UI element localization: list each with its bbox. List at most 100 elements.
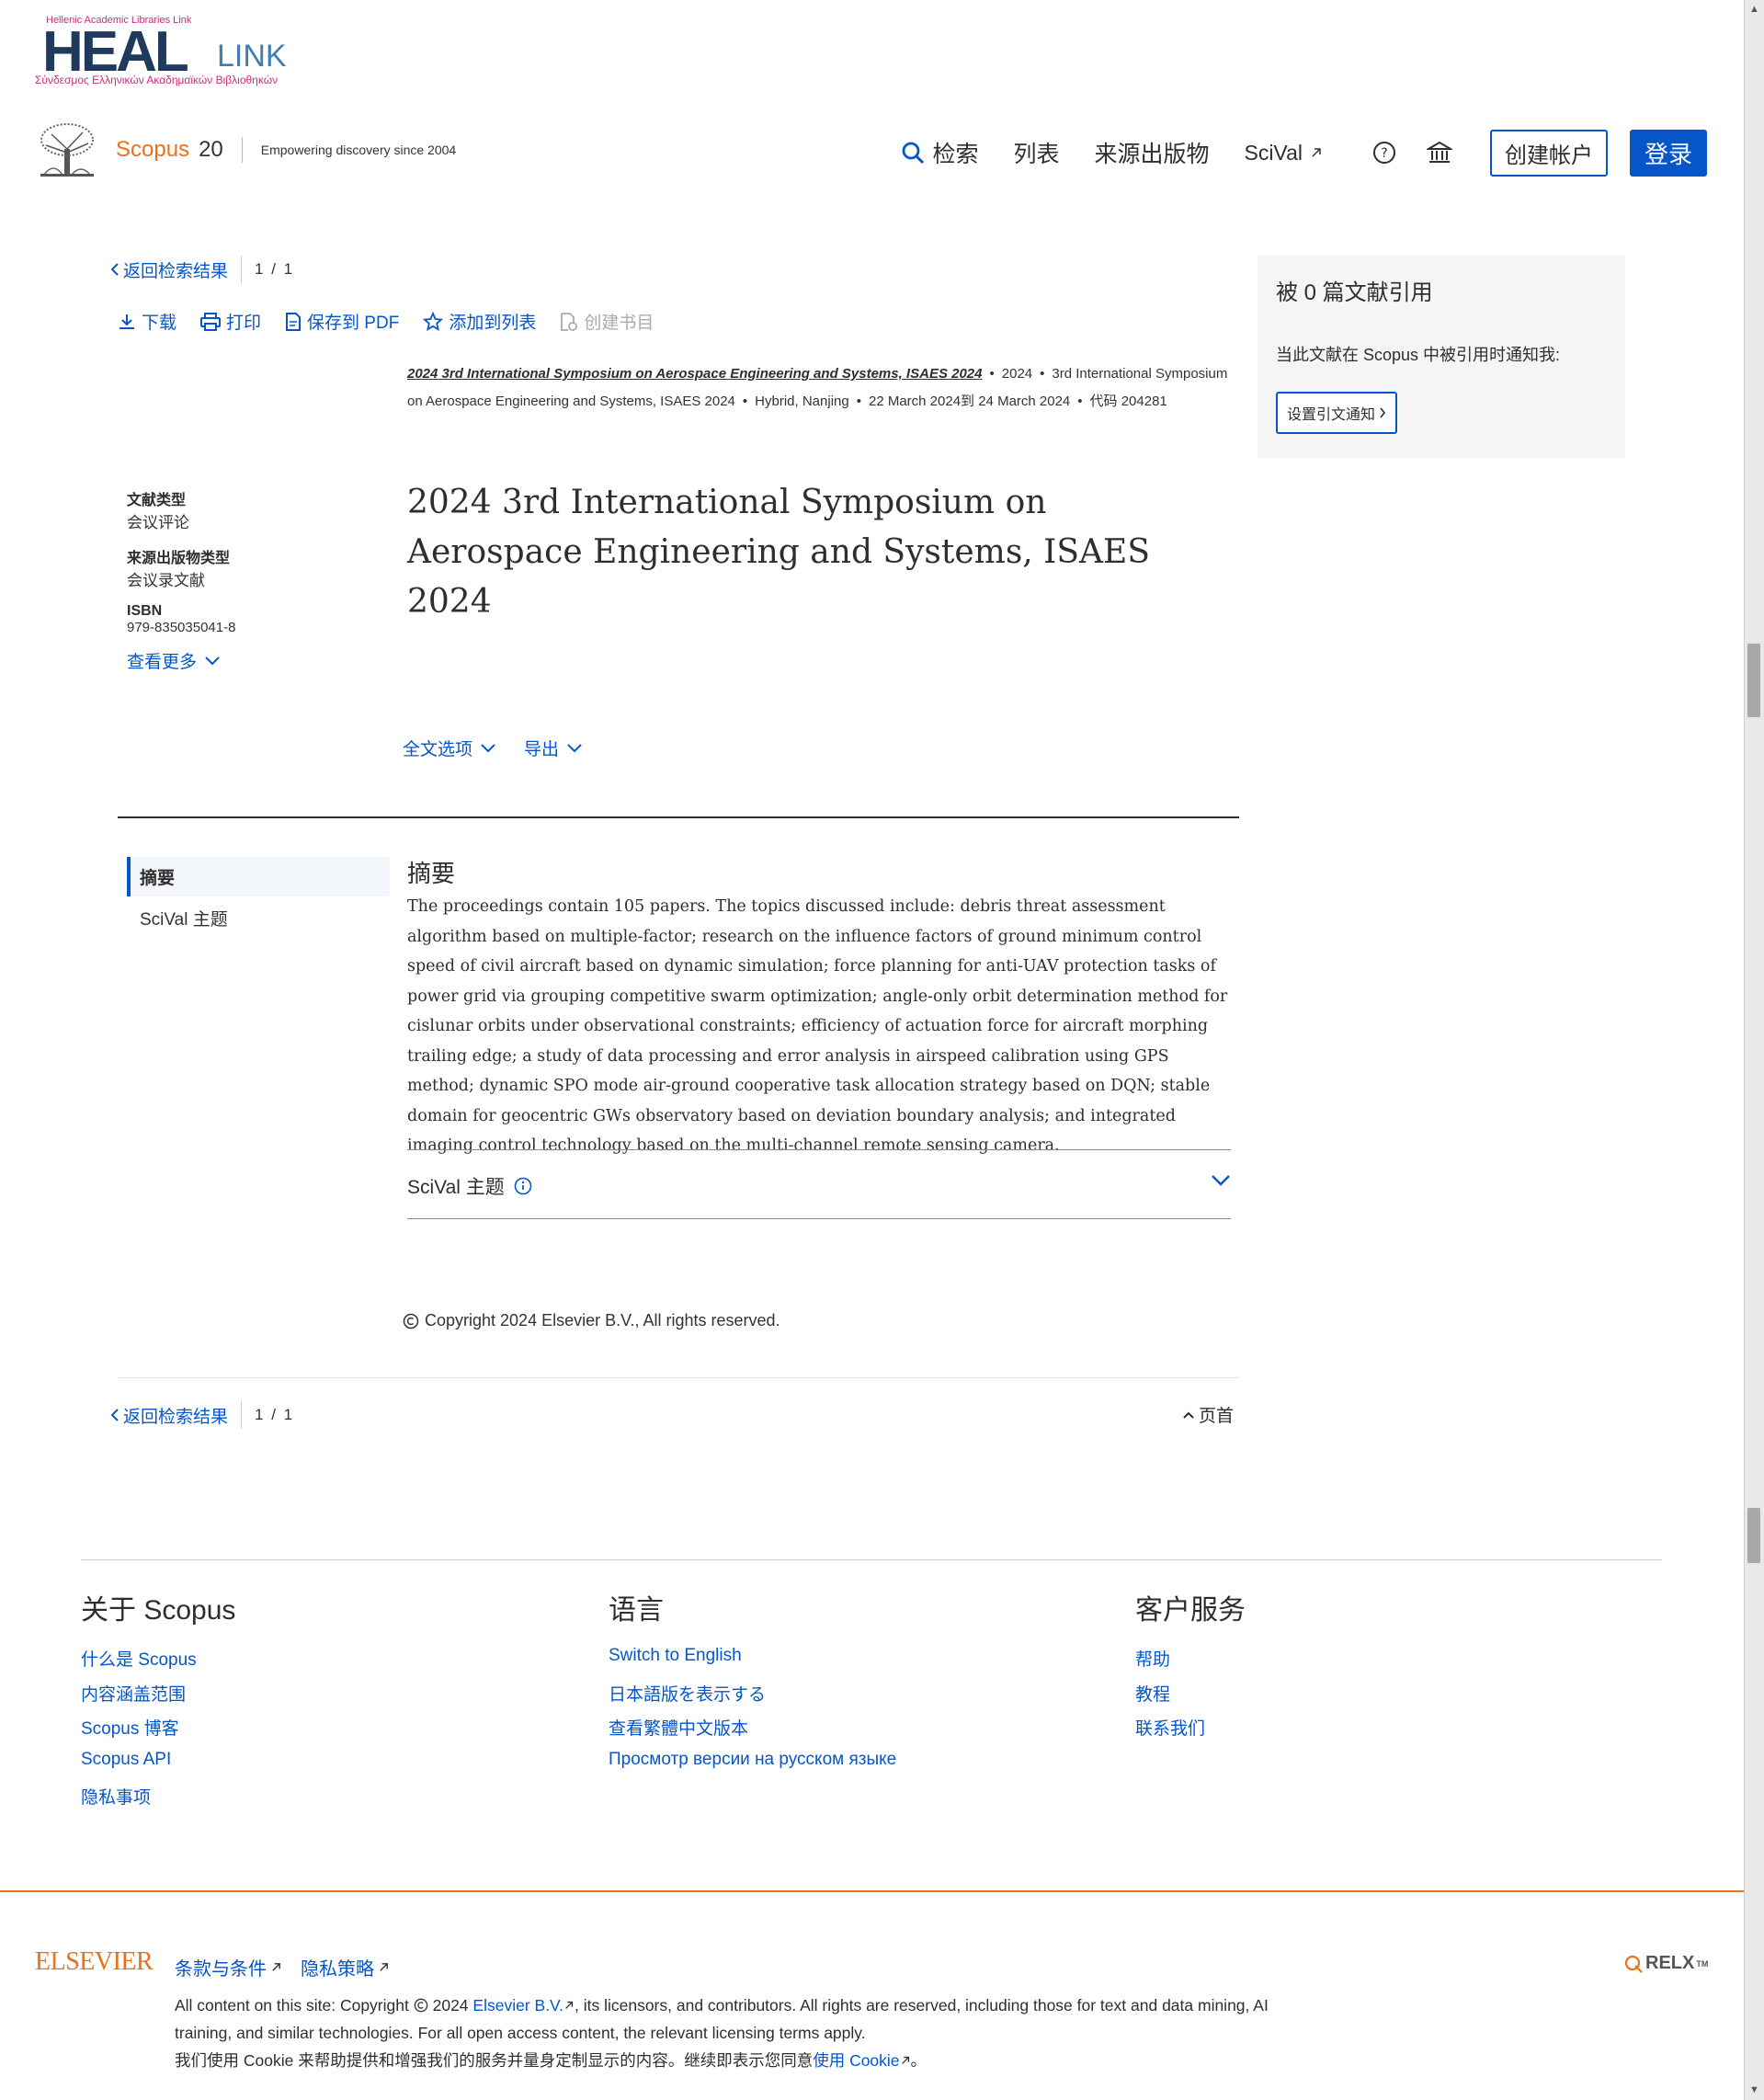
set-citation-alert-label: 设置引文通知 xyxy=(1287,407,1376,423)
source-year: 2024 xyxy=(1001,366,1033,382)
footer-link-help[interactable]: 帮助 xyxy=(1135,1646,1595,1681)
scrollbar-thumb[interactable] xyxy=(1747,1508,1760,1563)
scopus-20-badge: 20 xyxy=(199,137,223,162)
chevron-down-icon xyxy=(481,743,495,752)
brand-divider xyxy=(241,137,243,163)
export-button[interactable]: 导出 xyxy=(524,736,583,760)
back-to-top-label: 页首 xyxy=(1199,1407,1235,1426)
footer-link-scopus-api[interactable]: Scopus API xyxy=(81,1750,541,1785)
institution-button[interactable] xyxy=(1426,139,1453,166)
footer-link-japanese[interactable]: 日本語版を表示する xyxy=(609,1681,1068,1716)
source-title-link[interactable]: 2024 3rd International Symposium on Aero… xyxy=(407,366,983,382)
footer-link-tutorials[interactable]: 教程 xyxy=(1135,1681,1595,1716)
document-options: 全文选项 导出 xyxy=(403,736,610,760)
scrollbar-thumb[interactable] xyxy=(1747,644,1760,717)
cookie-link[interactable]: 使用 Cookie xyxy=(813,2051,899,2070)
result-pager: 1 / 1 xyxy=(255,260,295,278)
save-pdf-button[interactable]: 保存到 PDF xyxy=(285,309,399,334)
separator-dot: • xyxy=(989,366,995,382)
nav-sources[interactable]: 来源出版物 xyxy=(1094,136,1209,169)
scroll-up-arrow[interactable]: ▲ xyxy=(1745,0,1764,19)
footer-link-privacy-matters[interactable]: 隐私事项 xyxy=(81,1784,541,1819)
footer-link-what-is-scopus[interactable]: 什么是 Scopus xyxy=(81,1646,541,1681)
footer-link-traditional-chinese[interactable]: 查看繁體中文版本 xyxy=(609,1715,1068,1750)
footer-divider xyxy=(81,1559,1662,1560)
add-to-list-label: 添加到列表 xyxy=(449,314,537,333)
download-button[interactable]: 下载 xyxy=(118,309,176,334)
copyright-icon xyxy=(414,1998,428,2013)
info-icon[interactable] xyxy=(514,1177,532,1195)
terms-link[interactable]: 条款与条件 xyxy=(175,1954,282,1980)
heal-logo-subtitle: Σύνδεσμος Ελληνικών Ακαδημαϊκών Βιβλιοθη… xyxy=(35,74,279,86)
footer-accent-divider xyxy=(0,1890,1745,1892)
scopus-brand[interactable]: Scopus 20 Empowering discovery since 200… xyxy=(35,122,456,177)
section-divider xyxy=(118,1377,1239,1378)
relx-logo[interactable]: RELX TM xyxy=(1623,1953,1708,1974)
privacy-policy-link[interactable]: 隐私策略 xyxy=(301,1954,390,1980)
pdf-icon xyxy=(286,312,302,331)
help-button[interactable]: ? xyxy=(1371,139,1398,166)
source-type-label: 来源出版物类型 xyxy=(127,551,231,566)
scival-topics-label: SciVal 主题 xyxy=(407,1177,505,1198)
back-to-results-link[interactable]: 返回检索结果 xyxy=(110,257,228,282)
full-text-options-button[interactable]: 全文选项 xyxy=(403,736,496,760)
side-nav-scival-topics[interactable]: SciVal 主题 xyxy=(127,896,390,940)
back-to-top-link[interactable]: 页首 xyxy=(1182,1402,1234,1427)
footer-link-scopus-blog[interactable]: Scopus 博客 xyxy=(81,1715,541,1750)
external-link-icon xyxy=(901,2056,909,2064)
external-link-icon xyxy=(380,1963,388,1971)
elsevier-logo[interactable]: ELSEVIER xyxy=(35,1947,154,1977)
nav-search[interactable]: 检索 xyxy=(901,136,978,169)
legal-notice: All content on this site: Copyright 2024… xyxy=(175,1992,1314,2074)
create-bibliography-button[interactable]: 创建书目 xyxy=(560,309,654,334)
footer-link-content-coverage[interactable]: 内容涵盖范围 xyxy=(81,1681,541,1716)
result-pager: 1 / 1 xyxy=(255,1406,295,1423)
search-icon xyxy=(903,142,925,165)
conference-code: 代码 204281 xyxy=(1089,394,1167,409)
sign-in-button[interactable]: 登录 xyxy=(1629,129,1707,177)
separator-dot: • xyxy=(742,394,748,409)
scival-topics-header: SciVal 主题 xyxy=(407,1172,532,1200)
create-bibliography-label: 创建书目 xyxy=(584,314,654,333)
scival-topics-panel[interactable]: SciVal 主题 xyxy=(407,1149,1231,1219)
chevron-down-icon[interactable] xyxy=(1211,1174,1231,1187)
svg-text:?: ? xyxy=(1381,146,1387,161)
institution-icon xyxy=(1426,141,1452,163)
result-navigation: 返回检索结果 1 / 1 xyxy=(110,256,294,283)
abstract-text: The proceedings contain 105 papers. The … xyxy=(407,897,1228,1155)
export-label: 导出 xyxy=(524,740,560,759)
section-divider xyxy=(118,816,1239,818)
elsevier-bv-link[interactable]: Elsevier B.V. xyxy=(472,1996,563,2014)
legal-copyright-year: 2024 xyxy=(432,1996,469,2014)
print-button[interactable]: 打印 xyxy=(200,309,261,334)
footer-link-contact-us[interactable]: 联系我们 xyxy=(1135,1715,1595,1750)
scopus-wordmark: Scopus xyxy=(116,137,190,162)
heal-link-logo[interactable]: Hellenic Academic Libraries Link HEAL LI… xyxy=(33,13,287,90)
document-metadata: 文献类型 会议评论 来源出版物类型 会议录文献 ISBN 979-8350350… xyxy=(127,487,366,673)
side-nav-abstract[interactable]: 摘要 xyxy=(127,857,390,896)
privacy-policy-label: 隐私策略 xyxy=(301,1959,374,1980)
create-account-button[interactable]: 创建帐户 xyxy=(1489,129,1608,177)
page-scrollbar[interactable]: ▲ ▼ xyxy=(1744,0,1764,2100)
set-citation-alert-button[interactable]: 设置引文通知 xyxy=(1276,392,1398,434)
heal-logo-link-text: LINK xyxy=(217,39,287,74)
add-to-list-button[interactable]: 添加到列表 xyxy=(423,309,536,334)
footer-language-column: 语言 Switch to English 日本語版を表示する 查看繁體中文版本 … xyxy=(609,1587,1068,1784)
print-icon xyxy=(200,312,222,331)
nav-scival[interactable]: SciVal xyxy=(1244,141,1323,165)
see-more-label: 查看更多 xyxy=(127,653,198,672)
separator-dot: • xyxy=(856,394,861,409)
relx-mark-icon xyxy=(1624,1955,1643,1973)
footer-link-english[interactable]: Switch to English xyxy=(609,1646,1068,1681)
scroll-down-arrow[interactable]: ▼ xyxy=(1745,2081,1764,2100)
see-more-button[interactable]: 查看更多 xyxy=(127,648,366,673)
nav-lists[interactable]: 列表 xyxy=(1013,136,1059,169)
footer-support-column: 客户服务 帮助 教程 联系我们 xyxy=(1135,1587,1595,1750)
heal-logo-mark: HEAL xyxy=(42,20,189,84)
footer-about-heading: 关于 Scopus xyxy=(81,1595,236,1626)
back-to-results-link[interactable]: 返回检索结果 xyxy=(110,1403,228,1428)
legal-links: 条款与条件 隐私策略 xyxy=(175,1954,390,1980)
footer-link-russian[interactable]: Просмотр версии на русском языке xyxy=(609,1750,1068,1785)
source-type-value: 会议录文献 xyxy=(127,572,205,589)
chevron-down-icon xyxy=(205,656,220,665)
